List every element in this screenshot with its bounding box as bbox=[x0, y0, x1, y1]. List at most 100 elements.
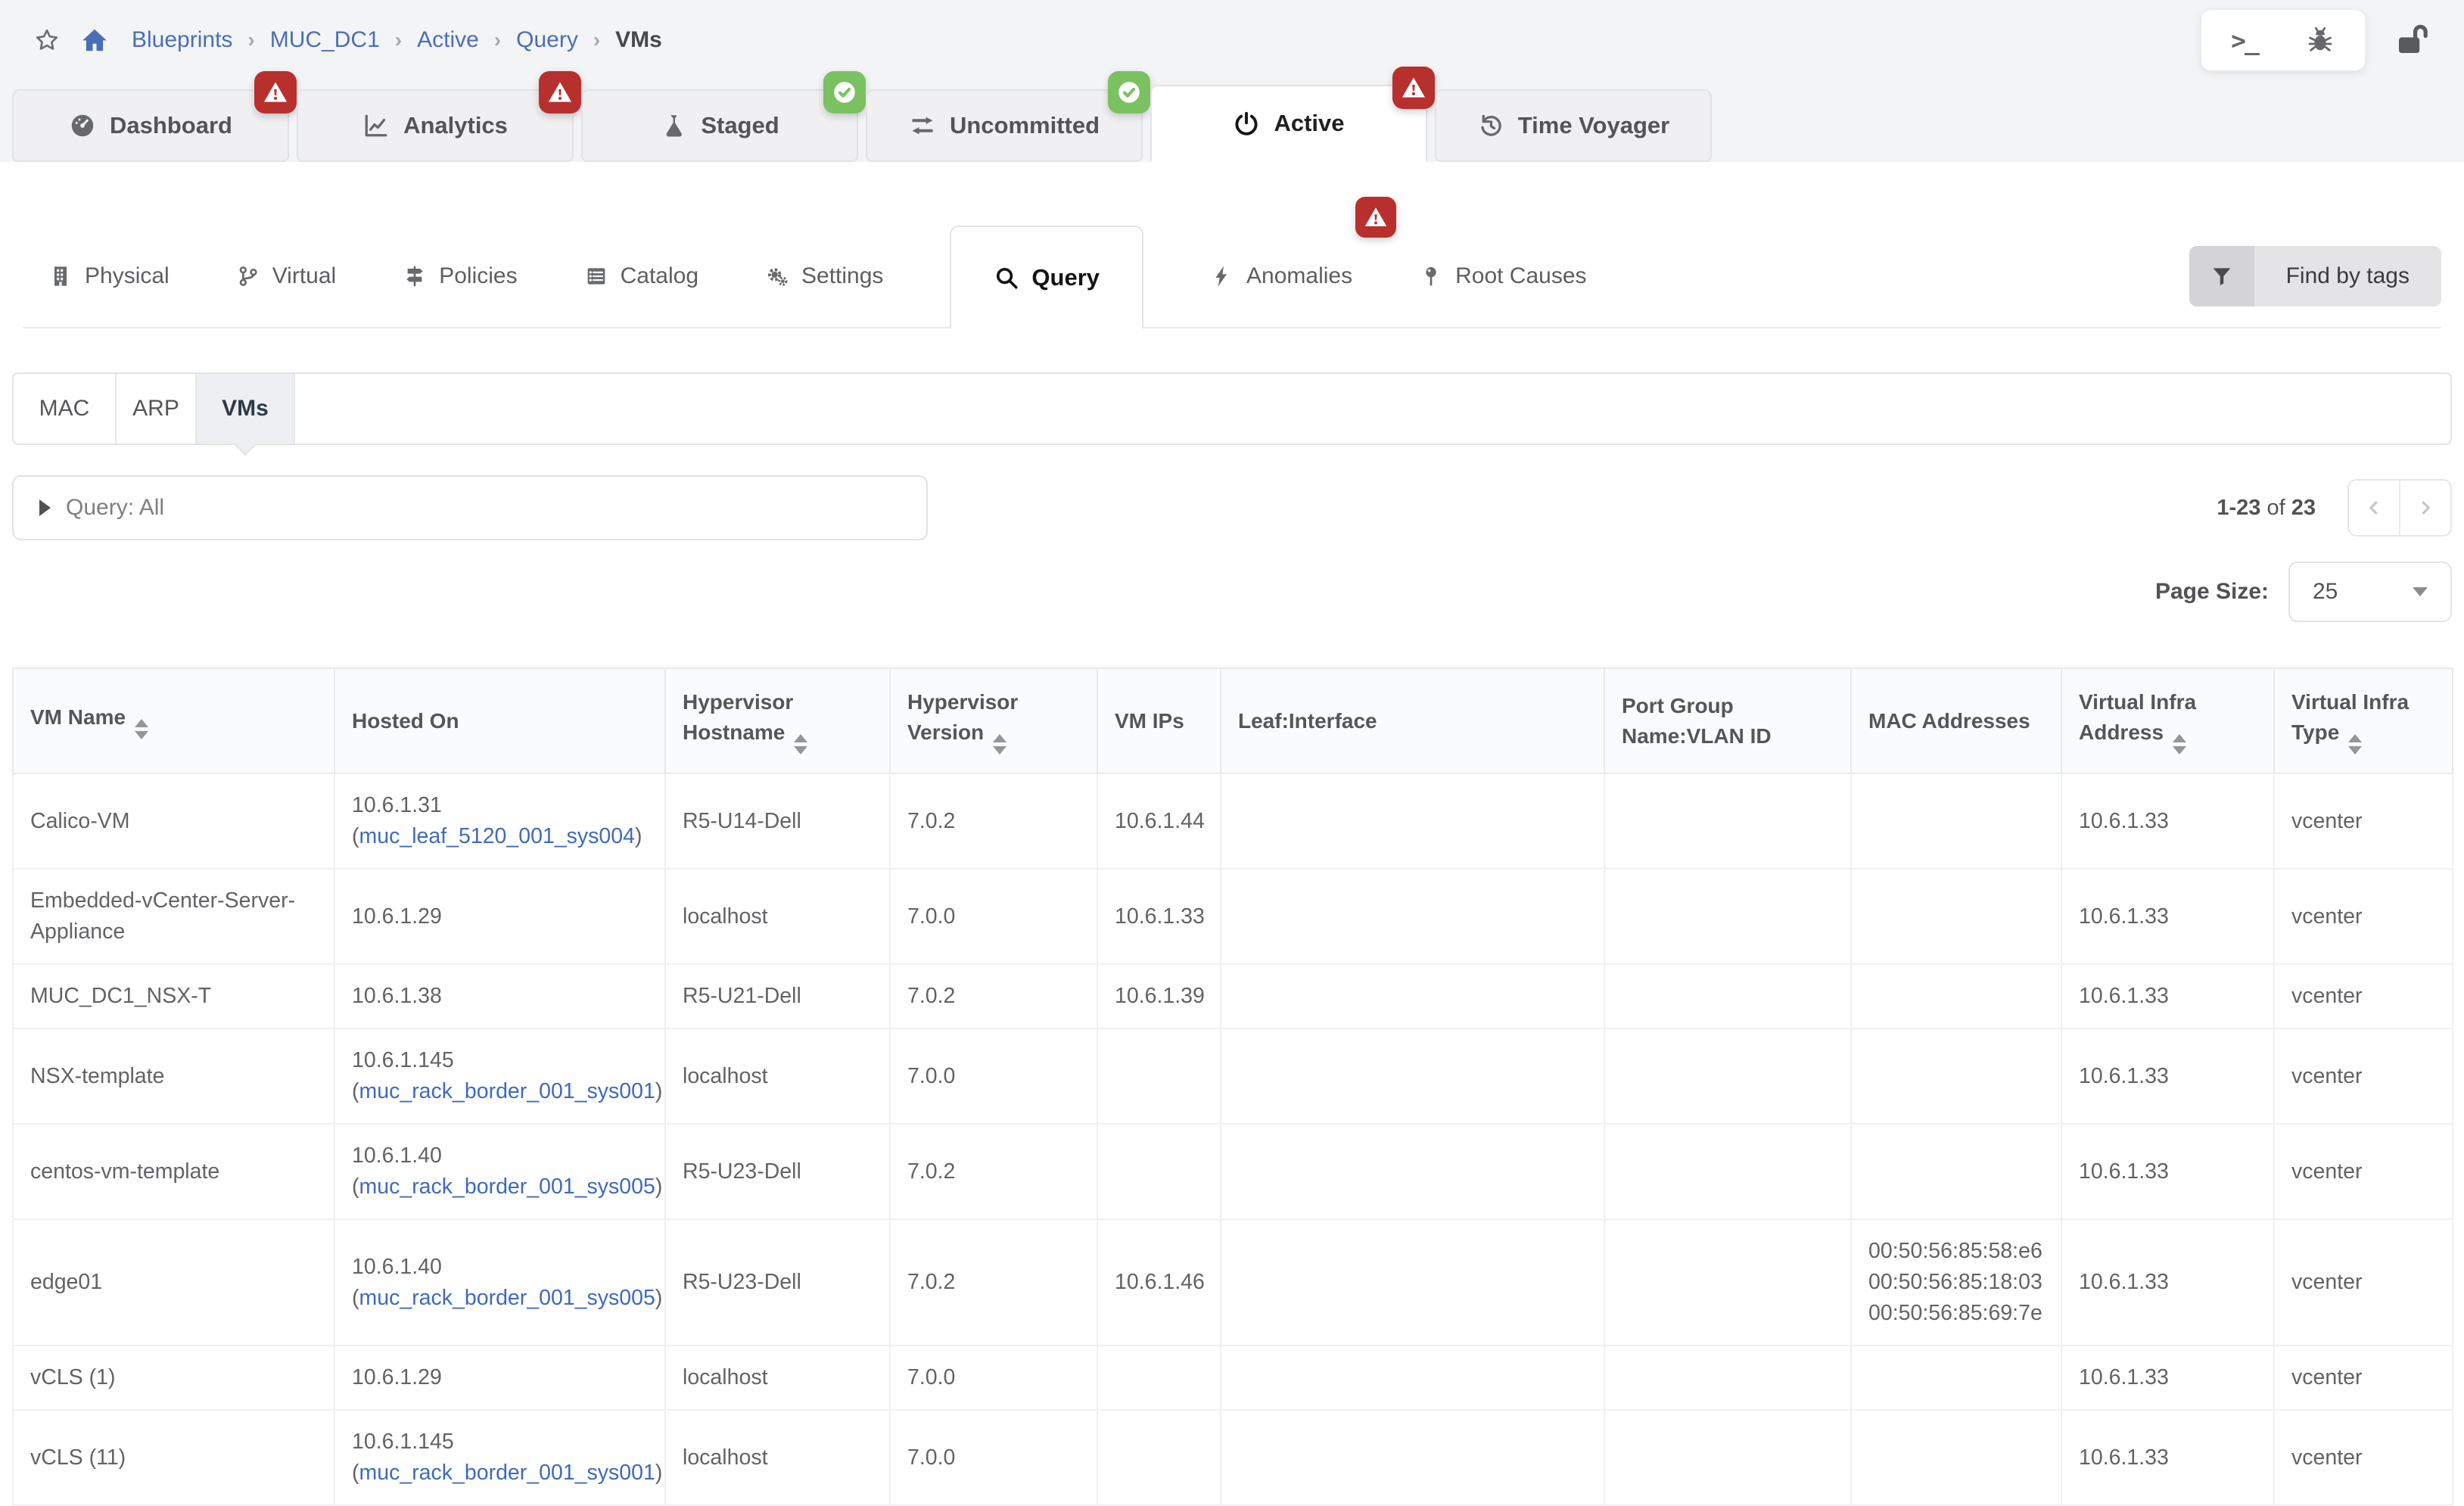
system-link[interactable]: muc_rack_border_001_sys005 bbox=[359, 1286, 655, 1310]
cell-hypervisor-hostname: R5-U23-Dell bbox=[665, 1219, 890, 1346]
cell-virtual-infra-type: vcenter bbox=[2274, 1346, 2453, 1410]
system-link[interactable]: muc_rack_border_001_sys005 bbox=[359, 1175, 655, 1199]
cell-vm-name: centos-vm-template bbox=[13, 1124, 334, 1219]
cell-hypervisor-version: 7.0.0 bbox=[890, 1028, 1097, 1124]
breadcrumb-link-query[interactable]: Query bbox=[516, 27, 578, 53]
cell-virtual-infra-address: 10.6.1.33 bbox=[2061, 1219, 2274, 1346]
page-size-select[interactable]: 25 bbox=[2288, 562, 2452, 622]
cell-hypervisor-version: 7.0.0 bbox=[890, 1346, 1097, 1410]
nav-item-virtual[interactable]: Virtual bbox=[236, 263, 337, 289]
bug-icon[interactable] bbox=[2305, 25, 2335, 55]
favorite-star-icon[interactable] bbox=[33, 26, 61, 54]
cell-hosted-on: 10.6.1.29 bbox=[334, 869, 665, 964]
tab-staged[interactable]: Staged bbox=[581, 89, 858, 162]
cell-hypervisor-hostname: localhost bbox=[665, 1410, 890, 1505]
cell-port-group bbox=[1604, 964, 1851, 1028]
filter-icon bbox=[2189, 246, 2254, 306]
system-link[interactable]: muc_rack_border_001_sys001 bbox=[359, 1461, 655, 1485]
chevron-right-icon: › bbox=[593, 28, 600, 52]
pin-icon bbox=[1419, 264, 1443, 288]
blueprint-section-nav: Physical Virtual Policies Catalog Settin… bbox=[23, 226, 2441, 328]
nav-item-catalog[interactable]: Catalog bbox=[584, 263, 698, 289]
subtab-arp[interactable]: ARP bbox=[117, 374, 197, 443]
cell-leaf-interface bbox=[1221, 1219, 1604, 1346]
column-header-virtual-infra-address[interactable]: Virtual Infra Address bbox=[2061, 668, 2274, 773]
chevron-right-icon: › bbox=[494, 28, 501, 52]
nav-item-physical[interactable]: Physical bbox=[48, 263, 170, 289]
cell-hypervisor-version: 7.0.0 bbox=[890, 869, 1097, 964]
hosted-on-system: (muc_rack_border_001_sys005) bbox=[352, 1283, 648, 1314]
nav-label: Settings bbox=[801, 263, 883, 289]
catalog-icon bbox=[584, 264, 608, 288]
cell-mac-addresses bbox=[1851, 869, 2061, 964]
cell-hosted-on: 10.6.1.40(muc_rack_border_001_sys005) bbox=[334, 1219, 665, 1346]
cell-port-group bbox=[1604, 1219, 1851, 1346]
terminal-icon[interactable]: >_ bbox=[2231, 26, 2258, 55]
find-by-tags-label: Find by tags bbox=[2254, 246, 2441, 306]
breadcrumb-trail: Blueprints › MUC_DC1 › Active › Query › … bbox=[132, 27, 662, 53]
nav-item-anomalies[interactable]: Anomalies bbox=[1210, 263, 1352, 289]
hosted-on-system: (muc_rack_border_001_sys001) bbox=[352, 1076, 648, 1107]
query-expander-label: Query: All bbox=[66, 495, 164, 521]
chevron-right-icon bbox=[2414, 496, 2437, 519]
subtab-mac[interactable]: MAC bbox=[14, 374, 117, 443]
cell-virtual-infra-address: 10.6.1.33 bbox=[2061, 964, 2274, 1028]
sort-icon bbox=[135, 719, 148, 739]
breadcrumb-link-blueprints[interactable]: Blueprints bbox=[132, 27, 232, 53]
hosted-on-ip: 10.6.1.40 bbox=[352, 1252, 648, 1283]
hosted-on-ip: 10.6.1.145 bbox=[352, 1427, 648, 1458]
cell-mac-addresses bbox=[1851, 1346, 2061, 1410]
sort-icon bbox=[794, 734, 807, 755]
warning-badge bbox=[1392, 67, 1435, 109]
nav-label: Anomalies bbox=[1246, 263, 1352, 289]
gears-icon bbox=[765, 264, 789, 288]
bolt-icon bbox=[1210, 264, 1234, 288]
cell-hosted-on: 10.6.1.40(muc_rack_border_001_sys005) bbox=[334, 1124, 665, 1219]
cell-hypervisor-version: 7.0.0 bbox=[890, 1410, 1097, 1505]
query-expander[interactable]: Query: All bbox=[12, 475, 928, 540]
cell-mac-addresses bbox=[1851, 1410, 2061, 1505]
breadcrumb-link-blueprint[interactable]: MUC_DC1 bbox=[270, 27, 380, 53]
cell-port-group bbox=[1604, 1124, 1851, 1219]
nav-item-root-causes[interactable]: Root Causes bbox=[1419, 263, 1586, 289]
unlock-icon[interactable] bbox=[2394, 22, 2431, 58]
column-header-hypervisor-hostname[interactable]: Hypervisor Hostname bbox=[665, 668, 890, 773]
cell-leaf-interface bbox=[1221, 1028, 1604, 1124]
column-label: Port Group Name:VLAN ID bbox=[1622, 694, 1772, 748]
cell-vm-name: vCLS (1) bbox=[13, 1346, 334, 1410]
subtab-vms[interactable]: VMs bbox=[197, 374, 295, 443]
table-row: edge0110.6.1.40(muc_rack_border_001_sys0… bbox=[13, 1219, 2453, 1346]
system-link[interactable]: muc_rack_border_001_sys001 bbox=[359, 1079, 655, 1103]
column-header-hypervisor-version[interactable]: Hypervisor Version bbox=[890, 668, 1097, 773]
branch-icon bbox=[236, 264, 260, 288]
nav-item-settings[interactable]: Settings bbox=[765, 263, 883, 289]
column-header-virtual-infra-type[interactable]: Virtual Infra Type bbox=[2274, 668, 2453, 773]
column-header-vm-name[interactable]: VM Name bbox=[13, 668, 334, 773]
breadcrumb-link-active[interactable]: Active bbox=[417, 27, 479, 53]
home-icon[interactable] bbox=[80, 26, 109, 54]
cell-virtual-infra-type: vcenter bbox=[2274, 1028, 2453, 1124]
cell-vm-name: Embedded-vCenter-Server-Appliance bbox=[13, 869, 334, 964]
tab-time-voyager[interactable]: Time Voyager bbox=[1435, 89, 1712, 162]
nav-label: Policies bbox=[439, 263, 517, 289]
system-link[interactable]: muc_leaf_5120_001_sys004 bbox=[359, 824, 635, 848]
cell-port-group bbox=[1604, 869, 1851, 964]
tab-uncommitted[interactable]: Uncommitted bbox=[866, 89, 1143, 162]
find-by-tags-button[interactable]: Find by tags bbox=[2189, 246, 2441, 306]
pagination: 1-23 of 23 bbox=[2217, 479, 2452, 537]
warning-badge bbox=[254, 71, 297, 114]
nav-item-policies[interactable]: Policies bbox=[403, 263, 517, 289]
cell-virtual-infra-address: 10.6.1.33 bbox=[2061, 773, 2274, 869]
cell-vm-name: MUC_DC1_NSX-T bbox=[13, 964, 334, 1028]
tab-analytics[interactable]: Analytics bbox=[297, 89, 574, 162]
pagination-range: 1-23 of 23 bbox=[2217, 496, 2316, 521]
tab-active[interactable]: Active bbox=[1150, 85, 1427, 162]
cell-vm-ips bbox=[1097, 1028, 1221, 1124]
query-toolbar: Query: All 1-23 of 23 bbox=[12, 475, 2452, 540]
tab-label: Dashboard bbox=[110, 112, 232, 139]
tab-dashboard[interactable]: Dashboard bbox=[12, 89, 289, 162]
previous-page-button[interactable] bbox=[2349, 481, 2400, 535]
nav-label: Query bbox=[1031, 264, 1100, 291]
nav-item-query-active[interactable]: Query bbox=[950, 226, 1143, 328]
next-page-button[interactable] bbox=[2400, 481, 2450, 535]
